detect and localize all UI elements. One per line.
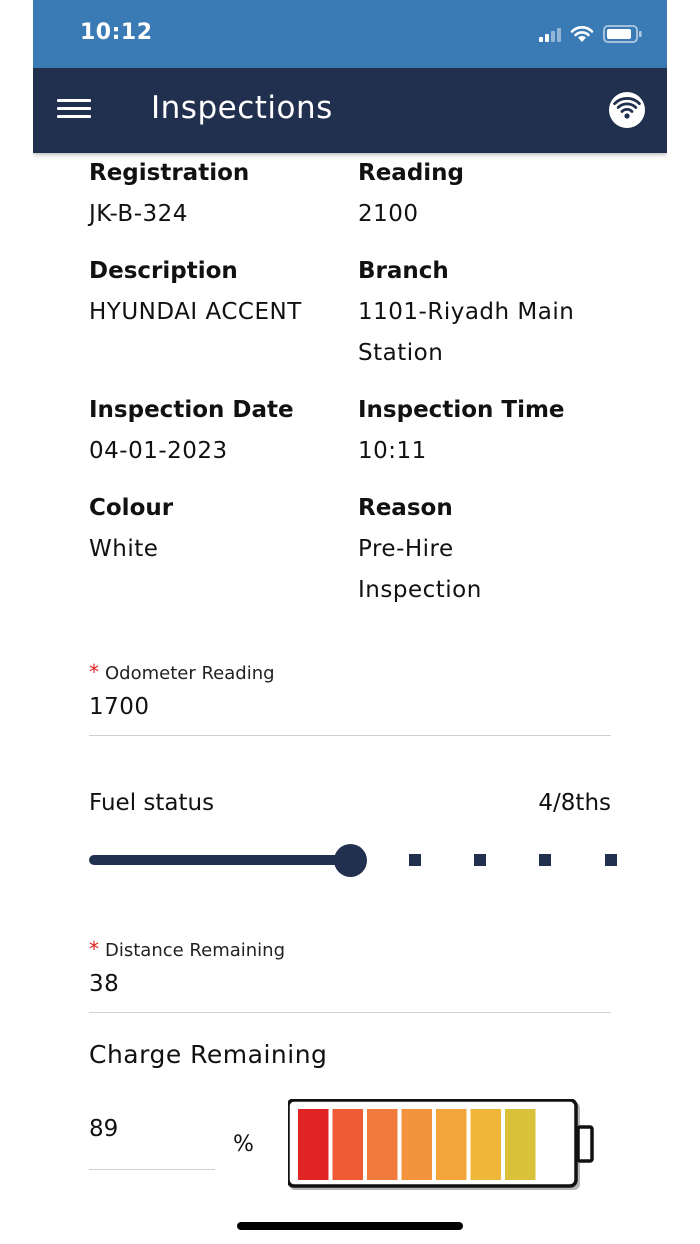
distance-remaining-input[interactable]: 38 (89, 971, 611, 1013)
fuel-slider-step[interactable] (409, 854, 421, 866)
inspection-date-value: 04-01-2023 (89, 438, 228, 464)
registration-value: JK-B-324 (89, 201, 188, 227)
battery-cell (401, 1109, 432, 1180)
fuel-slider-step[interactable] (604, 854, 617, 866)
colour-value: White (89, 536, 159, 562)
charge-remaining-input[interactable]: 89 (89, 1110, 215, 1170)
inspection-date-label: Inspection Date (89, 397, 294, 423)
colour-label: Colour (89, 495, 174, 521)
registration-field: Registration JK-B-324 (89, 158, 339, 235)
status-icons (539, 24, 643, 44)
inspection-time-value: 10:11 (358, 438, 427, 464)
reading-field: Reading 2100 (358, 158, 608, 235)
description-label: Description (89, 258, 238, 284)
distance-remaining-field: * Distance Remaining 38 (89, 937, 611, 1013)
branch-label: Branch (358, 258, 449, 284)
reading-value: 2100 (358, 201, 419, 227)
colour-field: Colour White (89, 493, 339, 570)
battery-cell (505, 1109, 536, 1180)
charge-remaining-label: Charge Remaining (89, 1040, 328, 1069)
fuel-status-row: Fuel status 4/8ths (89, 790, 611, 826)
battery-status-icon (603, 25, 642, 43)
battery-cell (470, 1109, 501, 1180)
reason-value-line-1: Pre-Hire (358, 536, 454, 562)
fuel-slider[interactable] (89, 842, 629, 878)
battery-cell (332, 1109, 363, 1180)
registration-label: Registration (89, 160, 250, 186)
cellular-signal-icon (539, 26, 561, 42)
inspection-time-field: Inspection Time 10:11 (358, 395, 608, 472)
fuel-slider-thumb[interactable] (333, 844, 367, 877)
status-bar: 10:12 (33, 0, 667, 68)
reason-label: Reason (358, 495, 453, 521)
branch-value-line-1: 1101-Riyadh Main (358, 299, 575, 325)
odometer-label: Odometer Reading (105, 663, 275, 684)
hamburger-menu-icon (57, 99, 97, 118)
battery-icon (288, 1099, 594, 1190)
odometer-field: * Odometer Reading 1700 (89, 660, 611, 736)
app-bar: Inspections (33, 68, 667, 153)
battery-cell (367, 1109, 398, 1180)
fuel-slider-step[interactable] (539, 854, 552, 866)
branch-value-line-2: Station (358, 340, 444, 366)
fuel-slider-track (89, 855, 350, 865)
wifi-icon (613, 97, 641, 119)
fuel-slider-step[interactable] (474, 854, 487, 866)
fuel-status-value: 4/8ths (538, 790, 611, 816)
menu-button[interactable] (57, 94, 97, 126)
battery-cell (298, 1109, 329, 1180)
distance-remaining-label: Distance Remaining (105, 940, 286, 961)
reason-value-line-2: Inspection (358, 577, 482, 603)
charge-unit: % (233, 1132, 254, 1157)
required-mark: * (89, 937, 99, 961)
connection-button[interactable] (609, 92, 645, 128)
required-mark: * (89, 660, 99, 684)
odometer-input[interactable]: 1700 (89, 694, 611, 736)
inspection-date-field: Inspection Date 04-01-2023 (89, 395, 339, 472)
reason-field: Reason Pre-Hire Inspection (358, 493, 608, 611)
page-title: Inspections (151, 90, 333, 126)
description-field: Description HYUNDAI ACCENT (89, 256, 339, 333)
status-time: 10:12 (80, 20, 153, 45)
wifi-status-icon (570, 26, 594, 42)
inspection-time-label: Inspection Time (358, 397, 565, 423)
battery-cell (436, 1109, 467, 1180)
phone-screen: 10:12 Inspections Registration JK-B-324 … (33, 0, 667, 1244)
branch-field: Branch 1101-Riyadh Main Station (358, 256, 608, 374)
fuel-status-label: Fuel status (89, 790, 215, 816)
reading-label: Reading (358, 160, 465, 186)
home-indicator[interactable] (237, 1222, 463, 1230)
description-value: HYUNDAI ACCENT (89, 299, 302, 325)
